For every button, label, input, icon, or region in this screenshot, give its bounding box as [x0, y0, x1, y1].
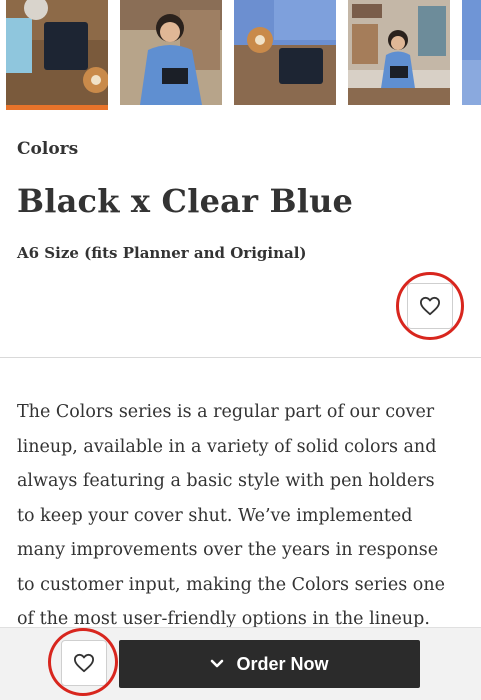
product-series: Colors: [17, 139, 79, 159]
product-size: A6 Size (fits Planner and Original): [17, 244, 307, 262]
favorite-button-bottom[interactable]: [61, 640, 107, 686]
heart-outline-icon: [74, 653, 94, 673]
thumbnail-5[interactable]: [462, 0, 481, 105]
thumbnail-4[interactable]: [348, 0, 450, 105]
thumbnail-2[interactable]: [120, 0, 222, 105]
chevron-down-icon: [211, 659, 224, 668]
thumbnail-1[interactable]: [6, 0, 108, 105]
image-gallery: [0, 0, 481, 112]
section-divider: [0, 357, 481, 358]
product-title: Black x Clear Blue: [17, 182, 354, 220]
order-now-button[interactable]: Order Now: [119, 640, 420, 688]
heart-outline-icon: [419, 296, 440, 316]
thumbnail-3[interactable]: [234, 0, 336, 105]
order-now-label: Order Now: [236, 653, 329, 674]
favorite-button[interactable]: [407, 283, 453, 329]
product-description: The Colors series is a regular part of o…: [17, 402, 445, 627]
active-thumbnail-indicator: [6, 105, 108, 110]
